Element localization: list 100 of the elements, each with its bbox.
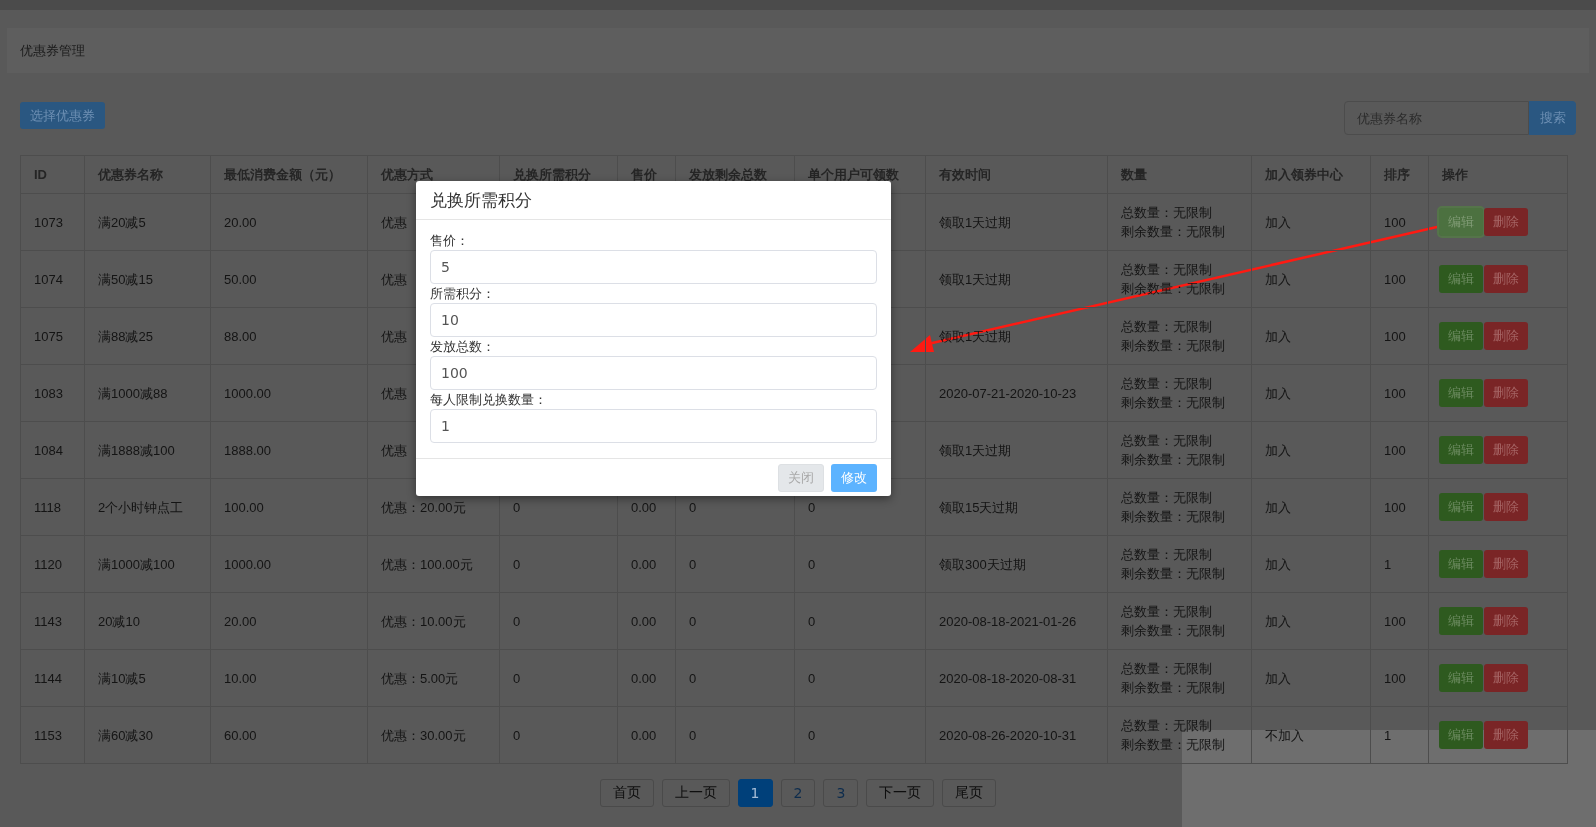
table-cell: 满60减30 bbox=[84, 706, 211, 764]
table-cell: 总数量：无限制 剩余数量：无限制 bbox=[1107, 535, 1252, 593]
table-cell: 满20减5 bbox=[84, 193, 211, 251]
table-cell: 0 bbox=[675, 649, 795, 707]
table-cell: 总数量：无限制 剩余数量：无限制 bbox=[1107, 421, 1252, 479]
edit-button[interactable]: 编辑 bbox=[1439, 550, 1483, 578]
table-cell: 100 bbox=[1370, 193, 1429, 251]
delete-button[interactable]: 删除 bbox=[1484, 607, 1528, 635]
delete-button[interactable]: 删除 bbox=[1484, 436, 1528, 464]
delete-button[interactable]: 删除 bbox=[1484, 550, 1528, 578]
page-number-button[interactable]: 2 bbox=[780, 779, 816, 807]
table-cell: 满1000减100 bbox=[84, 535, 211, 593]
save-button[interactable]: 修改 bbox=[831, 463, 877, 492]
table-cell: 100 bbox=[1370, 592, 1429, 650]
page-nav-button[interactable]: 首页 bbox=[599, 779, 654, 807]
page-nav-button[interactable]: 尾页 bbox=[942, 779, 997, 807]
table-cell: 0 bbox=[675, 592, 795, 650]
table-cell: 加入 bbox=[1251, 478, 1371, 536]
edit-button[interactable]: 编辑 bbox=[1439, 721, 1483, 749]
input-field[interactable]: 10 bbox=[430, 303, 877, 337]
table-cell: 1084 bbox=[20, 421, 85, 479]
input-field[interactable]: 1 bbox=[430, 409, 877, 443]
table-cell: 100 bbox=[1370, 364, 1429, 422]
table-cell: 领取300天过期 bbox=[925, 535, 1108, 593]
edit-button[interactable]: 编辑 bbox=[1439, 493, 1483, 521]
table-cell: 满50减15 bbox=[84, 250, 211, 308]
table-cell: 100 bbox=[1370, 478, 1429, 536]
table-cell: 2020-07-21-2020-10-23 bbox=[925, 364, 1108, 422]
table-cell: 优惠：10.00元 bbox=[367, 592, 500, 650]
table-cell: 60.00 bbox=[210, 706, 368, 764]
edit-button[interactable]: 编辑 bbox=[1439, 436, 1483, 464]
edit-button[interactable]: 编辑 bbox=[1439, 379, 1483, 407]
field-label: 发放总数： bbox=[430, 338, 496, 356]
delete-button[interactable]: 删除 bbox=[1484, 721, 1528, 749]
table-cell: 加入 bbox=[1251, 592, 1371, 650]
delete-button[interactable]: 删除 bbox=[1484, 208, 1528, 236]
table-cell: 20减10 bbox=[84, 592, 211, 650]
close-button[interactable]: 关闭 bbox=[778, 463, 824, 492]
page-number-button[interactable]: 1 bbox=[737, 779, 773, 807]
table-cell: 50.00 bbox=[210, 250, 368, 308]
delete-button[interactable]: 删除 bbox=[1484, 322, 1528, 350]
field-label: 售价： bbox=[430, 232, 470, 250]
table-cell: 0 bbox=[499, 706, 618, 764]
table-cell: 1000.00 bbox=[210, 364, 368, 422]
table-cell: 满1888减100 bbox=[84, 421, 211, 479]
input-field[interactable]: 100 bbox=[430, 356, 877, 390]
table-cell: 0.00 bbox=[617, 592, 676, 650]
table-cell: 满1000减88 bbox=[84, 364, 211, 422]
table-cell: 0.00 bbox=[617, 649, 676, 707]
table-cell: 0.00 bbox=[617, 535, 676, 593]
table-cell: 1074 bbox=[20, 250, 85, 308]
table-cell: 1153 bbox=[20, 706, 85, 764]
edit-button[interactable]: 编辑 bbox=[1439, 607, 1483, 635]
table-cell: 满88减25 bbox=[84, 307, 211, 365]
search-button[interactable]: 搜索 bbox=[1529, 101, 1576, 135]
table-cell: 加入 bbox=[1251, 535, 1371, 593]
table-cell: 100 bbox=[1370, 250, 1429, 308]
select-coupon-button[interactable]: 选择优惠券 bbox=[20, 102, 105, 129]
table-cell: 1000.00 bbox=[210, 535, 368, 593]
table-cell: 2020-08-18-2021-01-26 bbox=[925, 592, 1108, 650]
edit-button[interactable]: 编辑 bbox=[1439, 664, 1483, 692]
delete-button[interactable]: 删除 bbox=[1484, 493, 1528, 521]
table-cell: 优惠：100.00元 bbox=[367, 535, 500, 593]
table-cell: 0 bbox=[675, 535, 795, 593]
table-cell: 1083 bbox=[20, 364, 85, 422]
edit-button[interactable]: 编辑 bbox=[1439, 265, 1483, 293]
table-cell: 不加入 bbox=[1251, 706, 1371, 764]
table-cell: 2020-08-26-2020-10-31 bbox=[925, 706, 1108, 764]
table-cell: 领取1天过期 bbox=[925, 421, 1108, 479]
table-cell: 加入 bbox=[1251, 649, 1371, 707]
page-number-button[interactable]: 3 bbox=[823, 779, 859, 807]
table-cell: 1075 bbox=[20, 307, 85, 365]
page-nav-button[interactable]: 上一页 bbox=[661, 779, 730, 807]
delete-button[interactable]: 删除 bbox=[1484, 664, 1528, 692]
table-cell: 加入 bbox=[1251, 193, 1371, 251]
page-title: 优惠券管理 bbox=[20, 41, 85, 60]
table-cell: 0 bbox=[499, 592, 618, 650]
table-cell: 2个小时钟点工 bbox=[84, 478, 211, 536]
table-cell: 总数量：无限制 剩余数量：无限制 bbox=[1107, 478, 1252, 536]
page-nav-button[interactable]: 下一页 bbox=[866, 779, 935, 807]
table-cell: 100 bbox=[1370, 649, 1429, 707]
table-cell: 优惠：5.00元 bbox=[367, 649, 500, 707]
table-cell: 0 bbox=[794, 592, 926, 650]
table-cell: 0 bbox=[499, 649, 618, 707]
input-field[interactable]: 5 bbox=[430, 250, 877, 284]
table-cell: 0.00 bbox=[617, 706, 676, 764]
table-cell: 1120 bbox=[20, 535, 85, 593]
table-cell: 20.00 bbox=[210, 193, 368, 251]
table-cell: 总数量：无限制 剩余数量：无限制 bbox=[1107, 193, 1252, 251]
delete-button[interactable]: 删除 bbox=[1484, 265, 1528, 293]
table-cell: 领取1天过期 bbox=[925, 193, 1108, 251]
edit-button[interactable]: 编辑 bbox=[1439, 322, 1483, 350]
table-cell: 100 bbox=[1370, 307, 1429, 365]
table-cell: 0 bbox=[794, 706, 926, 764]
table-cell: 总数量：无限制 剩余数量：无限制 bbox=[1107, 307, 1252, 365]
delete-button[interactable]: 删除 bbox=[1484, 379, 1528, 407]
table-cell: 优惠：30.00元 bbox=[367, 706, 500, 764]
table-cell: 总数量：无限制 剩余数量：无限制 bbox=[1107, 706, 1252, 764]
field-label: 所需积分： bbox=[430, 285, 496, 303]
table-cell: 100 bbox=[1370, 421, 1429, 479]
